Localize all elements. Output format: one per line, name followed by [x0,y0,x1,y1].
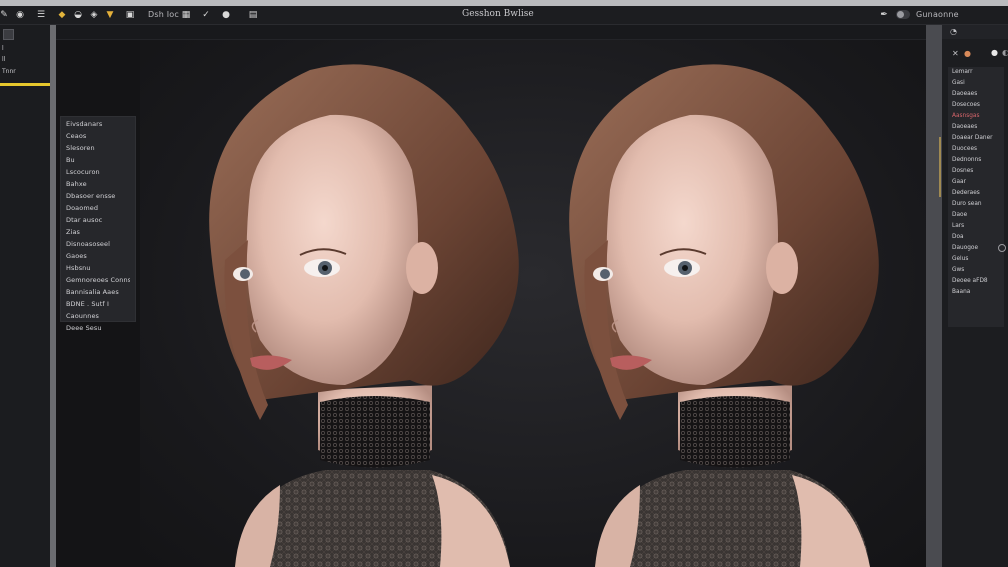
property-label[interactable]: Bu [66,157,130,164]
record-icon[interactable]: ● [991,48,998,57]
panel-icon[interactable] [3,29,14,40]
panel-menu-icon[interactable]: ◔ [950,27,957,36]
portrait-right [569,64,879,567]
right-panel-header: ◔ [942,25,1008,39]
property-label[interactable]: Bannisalia Aaes [66,289,130,296]
left-sidebar-line: l [2,45,4,52]
property-label[interactable]: Ceaos [66,133,130,140]
layer-item[interactable]: Daoe [952,212,1004,218]
brush-icon[interactable]: ◆ [56,9,68,21]
left-sidebar-line: ll [2,56,6,63]
property-label[interactable]: Doaomed [66,205,130,212]
layer-item[interactable]: Doaear Daner [952,135,1004,141]
splitter-handle[interactable] [939,137,941,197]
properties-panel: Eivsdanars Ceaos Slesoren Bu Lscocuron B… [60,116,136,332]
layer-item[interactable]: Deoee aFD8 [952,278,1004,284]
layer-item[interactable]: Dauogoe [952,244,1006,252]
panel-splitter[interactable] [50,25,56,567]
layer-item[interactable]: Gaar [952,179,1004,185]
property-label[interactable]: Dbasoer ensse [66,193,130,200]
image-icon[interactable]: ▦ [180,9,192,21]
layer-item[interactable]: Lars [952,223,1004,229]
property-label[interactable]: Gemnoreoes Conns [66,277,130,284]
portrait-left [209,64,519,567]
property-label[interactable]: Caounnes [66,313,130,320]
blob-icon[interactable]: ● [220,9,232,21]
left-sidebar-line: Tnnr [2,68,16,75]
color-dot-icon[interactable]: ● [964,49,971,58]
window-icon[interactable]: ▣ [124,9,136,21]
mode-toggle[interactable] [896,10,910,19]
shield-icon[interactable]: ◈ [88,9,100,21]
layer-item[interactable]: Baana [952,289,1004,295]
property-label[interactable]: Deee Sesu [66,325,130,332]
bucket-icon[interactable]: ◒ [72,9,84,21]
layer-item[interactable]: Gelus [952,256,1004,262]
property-label[interactable]: Eivsdanars [66,121,130,128]
left-sidebar: l ll Tnnr [0,25,50,567]
close-icon[interactable]: ✕ [952,49,959,58]
layer-item[interactable]: Gasi [952,80,1004,86]
property-label[interactable]: Slesoren [66,145,130,152]
layers-icon[interactable]: ◉ [14,9,26,21]
canvas-viewport[interactable] [140,40,926,567]
layer-item[interactable]: Dosnes [952,168,1004,174]
layer-item[interactable]: Dednonns [952,157,1004,163]
options-bar [56,25,940,40]
property-label[interactable]: Disnoasoseel [66,241,130,248]
layer-item[interactable]: Lemarr [952,69,1004,75]
app-title: Gesshon Bwlise [462,9,534,19]
property-label[interactable]: BDNE . Sutf I [66,301,130,308]
layer-item[interactable]: Daoeaes [952,91,1004,97]
property-label[interactable]: Dtar ausoc [66,217,130,224]
layer-item[interactable]: Daoeaes [952,124,1004,130]
toolbar-label: Dsh Ioc [148,10,179,19]
right-panel: ◔ ✕ ● ● ◐ Lemarr Gasi Daoeaes Dosecoes A… [942,25,1008,567]
toolbar-right-label: Gunaonne [916,10,959,19]
knob-icon[interactable] [998,244,1006,252]
property-label[interactable]: Lscocuron [66,169,130,176]
menu-icon[interactable]: ☰ [35,9,47,21]
right-panel-splitter[interactable] [926,25,942,567]
layer-item[interactable]: Doa [952,234,1004,240]
canvas-image [209,64,879,567]
wrench-icon[interactable]: ✎ [0,9,10,21]
layer-item[interactable]: Dederaes [952,190,1004,196]
pen-icon[interactable]: ✒ [878,9,890,21]
property-label[interactable]: Bahxe [66,181,130,188]
layer-item[interactable]: Duro sean [952,201,1004,207]
layer-item-active[interactable]: Aasnsgas [952,113,1004,119]
check-icon[interactable]: ✓ [200,9,212,21]
active-tool-indicator [0,83,50,86]
layer-item[interactable]: Gws [952,267,1004,273]
property-label[interactable]: Hsbsnu [66,265,130,272]
layer-list: Lemarr Gasi Daoeaes Dosecoes Aasnsgas Da… [948,67,1006,327]
property-label[interactable]: Gaoes [66,253,130,260]
grid-icon[interactable]: ▤ [247,9,259,21]
more-icon[interactable]: ◐ [1002,48,1008,57]
layer-item[interactable]: Duocees [952,146,1004,152]
main-toolbar: ✎ ◉ ☰ ◆ ◒ ◈ ▼ ▣ Dsh Ioc ▦ ✓ ● ▤ Gesshon … [0,6,1008,25]
property-label[interactable]: Zias [66,229,130,236]
layer-item[interactable]: Dosecoes [952,102,1004,108]
shield-accent-icon[interactable]: ▼ [104,9,116,21]
layer-item-label: Dauogoe [952,245,979,251]
